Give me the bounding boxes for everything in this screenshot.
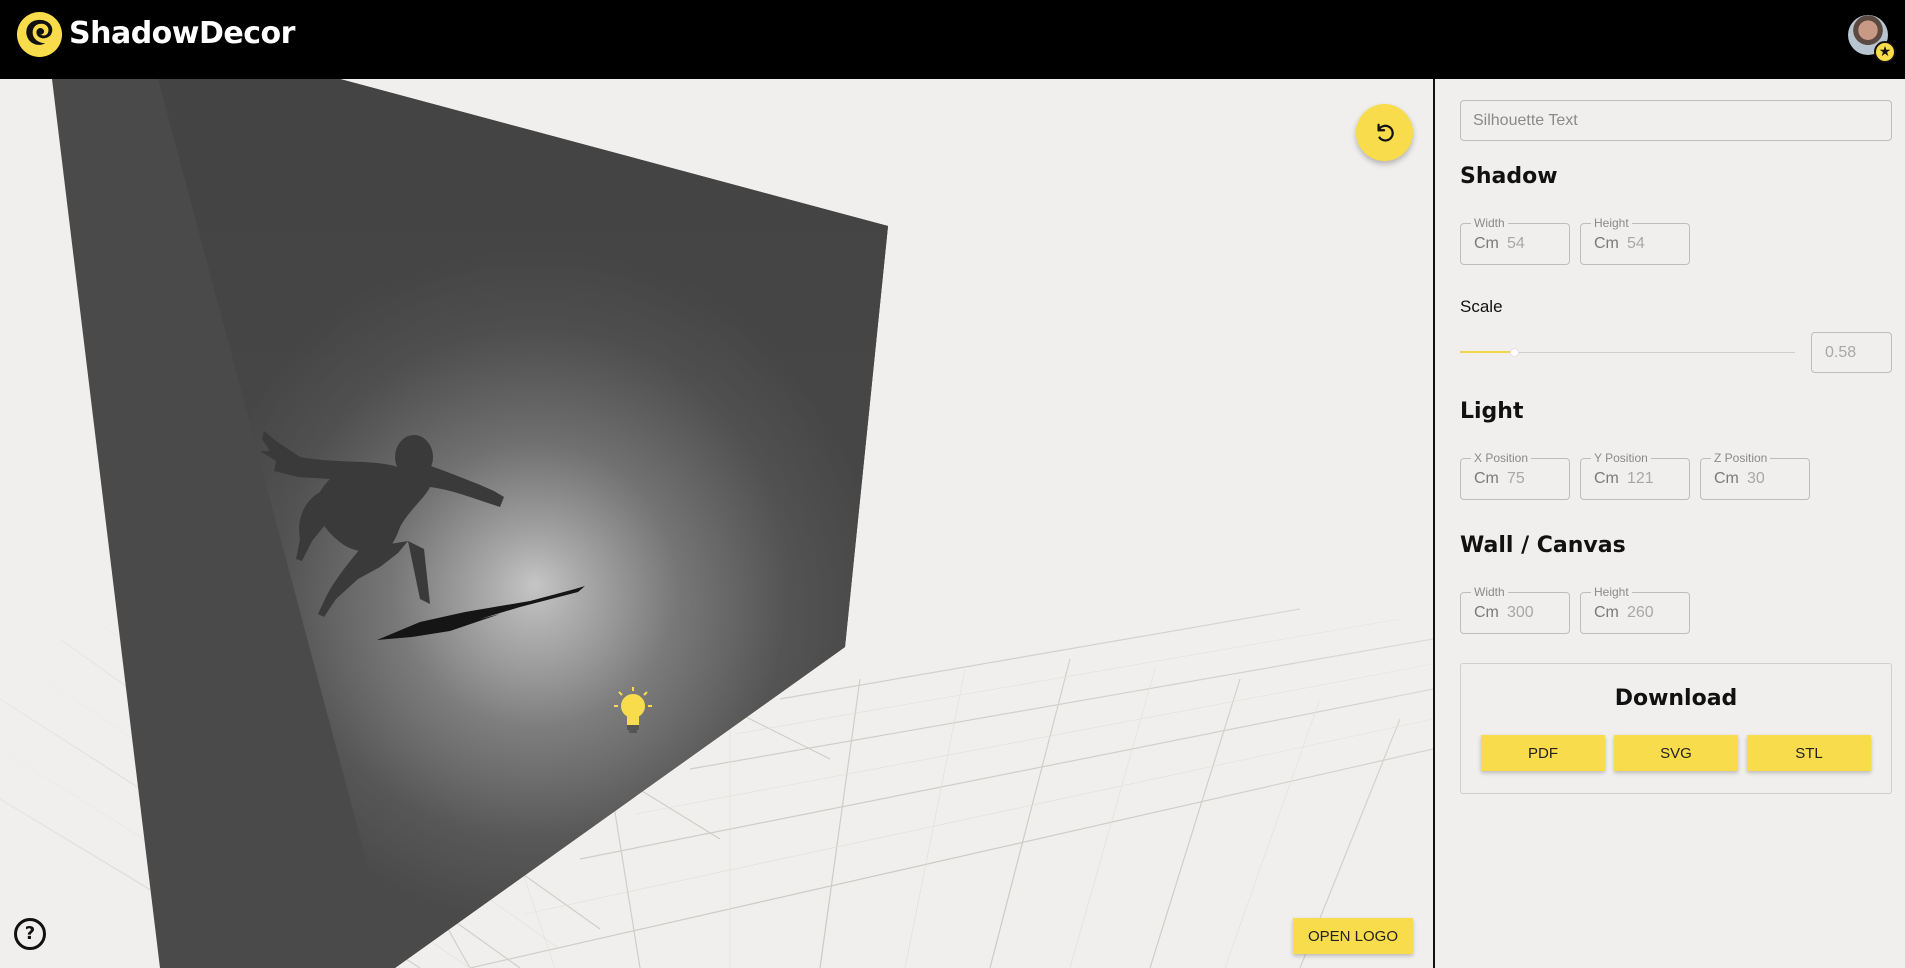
- field-label: Width: [1471, 585, 1508, 599]
- field-value: 121: [1627, 470, 1654, 487]
- unit-adornment: Cm: [1594, 604, 1619, 621]
- field-value: 300: [1507, 604, 1534, 621]
- field-label: Z Position: [1711, 451, 1771, 465]
- reset-view-button[interactable]: [1356, 104, 1413, 161]
- top-bar: ShadowDecor ★: [0, 0, 1905, 79]
- field-label: Height: [1591, 216, 1632, 230]
- silhouette-text-input[interactable]: [1460, 100, 1892, 141]
- slider-fill: [1460, 351, 1514, 353]
- field-value: 54: [1507, 235, 1525, 252]
- wall-height-field[interactable]: Height Cm 260: [1580, 585, 1690, 634]
- field-value: 75: [1507, 470, 1525, 487]
- field-label: Y Position: [1591, 451, 1651, 465]
- download-card: Download PDF SVG STL: [1460, 663, 1892, 794]
- shadow-height-field[interactable]: Height Cm 54: [1580, 216, 1690, 265]
- slider-thumb[interactable]: [1509, 348, 1519, 357]
- scale-value-field[interactable]: 0.58: [1811, 332, 1892, 373]
- field-value: 54: [1627, 235, 1645, 252]
- light-z-field[interactable]: Z Position Cm 30: [1700, 451, 1810, 500]
- user-avatar[interactable]: ★: [1848, 15, 1896, 63]
- shadow-width-field[interactable]: Width Cm 54: [1460, 216, 1570, 265]
- settings-panel: Shadow Width Cm 54 Height Cm 54 Scale 0.…: [1433, 79, 1905, 968]
- rotate-ccw-icon: [1376, 123, 1394, 142]
- help-button[interactable]: ?: [14, 918, 46, 950]
- star-icon: ★: [1874, 41, 1896, 63]
- scene-viewport[interactable]: ? OPEN LOGO: [0, 79, 1433, 968]
- unit-adornment: Cm: [1474, 604, 1499, 621]
- unit-adornment: Cm: [1474, 235, 1499, 252]
- light-heading: Light: [1460, 399, 1524, 424]
- scene-canvas[interactable]: [0, 79, 1433, 968]
- download-svg-button[interactable]: SVG: [1614, 735, 1738, 771]
- download-heading: Download: [1614, 686, 1738, 711]
- light-x-field[interactable]: X Position Cm 75: [1460, 451, 1570, 500]
- field-label: Width: [1471, 216, 1508, 230]
- field-value: 30: [1747, 470, 1765, 487]
- wall-width-field[interactable]: Width Cm 300: [1460, 585, 1570, 634]
- shadow-heading: Shadow: [1460, 164, 1558, 189]
- scale-label: Scale: [1460, 297, 1503, 316]
- unit-adornment: Cm: [1594, 235, 1619, 252]
- download-stl-button[interactable]: STL: [1747, 735, 1871, 771]
- unit-adornment: Cm: [1594, 470, 1619, 487]
- light-y-field[interactable]: Y Position Cm 121: [1580, 451, 1690, 500]
- unit-adornment: Cm: [1474, 470, 1499, 487]
- download-pdf-button[interactable]: PDF: [1481, 735, 1605, 771]
- field-label: Height: [1591, 585, 1632, 599]
- shadowdecor-logo-icon[interactable]: [16, 11, 63, 58]
- scale-slider[interactable]: [1460, 346, 1795, 360]
- unit-adornment: Cm: [1714, 470, 1739, 487]
- open-logo-button[interactable]: OPEN LOGO: [1293, 918, 1413, 954]
- field-value: 260: [1627, 604, 1654, 621]
- field-label: X Position: [1471, 451, 1532, 465]
- wall-canvas-heading: Wall / Canvas: [1460, 533, 1626, 558]
- brand-name[interactable]: ShadowDecor: [69, 16, 295, 51]
